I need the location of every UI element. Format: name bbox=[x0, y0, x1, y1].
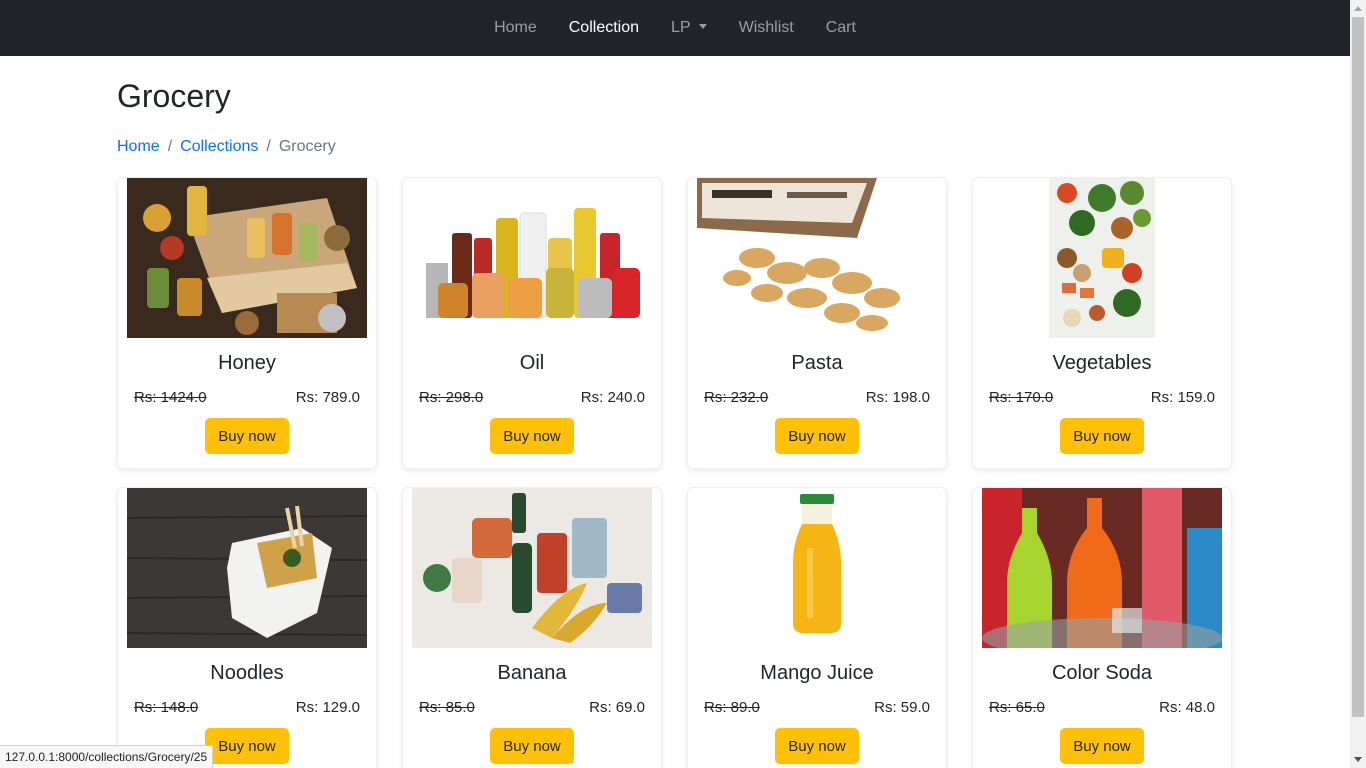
scrollbar-thumb[interactable] bbox=[1352, 17, 1364, 717]
breadcrumb-collections-link[interactable]: Collections bbox=[180, 138, 258, 156]
product-card-mango-juice[interactable]: Mango Juice Rs: 89.0 Rs: 59.0 Buy now bbox=[687, 487, 947, 768]
product-old-price: Rs: 148.0 bbox=[134, 699, 199, 716]
product-price: Rs: 240.0 bbox=[580, 389, 645, 406]
product-price: Rs: 69.0 bbox=[589, 699, 645, 716]
product-price: Rs: 789.0 bbox=[295, 389, 360, 406]
product-card-color-soda[interactable]: Color Soda Rs: 65.0 Rs: 48.0 Buy now bbox=[972, 487, 1232, 768]
product-name: Pasta bbox=[791, 352, 843, 374]
product-image[interactable] bbox=[697, 488, 937, 648]
buy-now-button[interactable]: Buy now bbox=[490, 418, 574, 454]
product-old-price: Rs: 232.0 bbox=[704, 389, 769, 406]
product-price: Rs: 129.0 bbox=[295, 699, 360, 716]
buy-now-button[interactable]: Buy now bbox=[205, 418, 289, 454]
vertical-scrollbar[interactable] bbox=[1350, 0, 1366, 768]
nav-cart-link[interactable]: Cart bbox=[810, 0, 872, 56]
product-image[interactable] bbox=[982, 178, 1222, 338]
breadcrumb-separator: / bbox=[167, 138, 173, 155]
product-old-price: Rs: 89.0 bbox=[704, 699, 760, 716]
product-name: Mango Juice bbox=[760, 662, 874, 684]
product-old-price: Rs: 1424.0 bbox=[134, 389, 207, 406]
buy-now-button[interactable]: Buy now bbox=[775, 728, 859, 764]
product-price: Rs: 198.0 bbox=[865, 389, 930, 406]
breadcrumb-home-link[interactable]: Home bbox=[117, 138, 160, 156]
product-old-price: Rs: 298.0 bbox=[419, 389, 484, 406]
product-image[interactable] bbox=[127, 178, 367, 338]
product-card-banana[interactable]: Banana Rs: 85.0 Rs: 69.0 Buy now bbox=[402, 487, 662, 768]
product-card-noodles[interactable]: Noodles Rs: 148.0 Rs: 129.0 Buy now bbox=[117, 487, 377, 768]
buy-now-button[interactable]: Buy now bbox=[490, 728, 574, 764]
nav-wishlist-link[interactable]: Wishlist bbox=[723, 0, 810, 56]
page-title: Grocery bbox=[117, 78, 231, 114]
product-price: Rs: 159.0 bbox=[1150, 389, 1215, 406]
product-name: Noodles bbox=[210, 662, 284, 684]
product-name: Oil bbox=[519, 352, 545, 374]
buy-now-button[interactable]: Buy now bbox=[1060, 418, 1144, 454]
product-image[interactable] bbox=[697, 178, 937, 338]
product-old-price: Rs: 170.0 bbox=[989, 389, 1054, 406]
browser-status-url: 127.0.0.1:8000/collections/Grocery/25 bbox=[0, 745, 214, 768]
product-image[interactable] bbox=[412, 488, 652, 648]
product-price: Rs: 48.0 bbox=[1159, 699, 1215, 716]
breadcrumb: Home / Collections / Grocery bbox=[117, 138, 336, 156]
product-card-oil[interactable]: Oil Rs: 298.0 Rs: 240.0 Buy now bbox=[402, 177, 662, 469]
product-name: Banana bbox=[497, 662, 567, 684]
product-name: Vegetables bbox=[1052, 352, 1152, 374]
product-card-pasta[interactable]: Pasta Rs: 232.0 Rs: 198.0 Buy now bbox=[687, 177, 947, 469]
nav-collection-link[interactable]: Collection bbox=[553, 0, 655, 56]
top-navbar: Home Collection LP Wishlist Cart bbox=[0, 0, 1350, 56]
product-price: Rs: 59.0 bbox=[874, 699, 930, 716]
product-image[interactable] bbox=[127, 488, 367, 648]
nav-lp-label: LP bbox=[671, 19, 691, 36]
product-image[interactable] bbox=[982, 488, 1222, 648]
nav-lp-dropdown[interactable]: LP bbox=[655, 0, 723, 56]
product-image[interactable] bbox=[412, 178, 652, 338]
nav-links: Home Collection LP Wishlist Cart bbox=[0, 0, 1350, 56]
buy-now-button[interactable]: Buy now bbox=[1060, 728, 1144, 764]
product-name: Honey bbox=[218, 352, 276, 374]
breadcrumb-separator: / bbox=[266, 138, 271, 155]
product-card-vegetables[interactable]: Vegetables Rs: 170.0 Rs: 159.0 Buy now bbox=[972, 177, 1232, 469]
buy-now-button[interactable]: Buy now bbox=[205, 728, 289, 764]
buy-now-button[interactable]: Buy now bbox=[775, 418, 859, 454]
product-name: Color Soda bbox=[1051, 662, 1153, 684]
product-old-price: Rs: 85.0 bbox=[419, 699, 475, 716]
scroll-down-arrow-icon[interactable] bbox=[1350, 751, 1366, 768]
scroll-up-arrow-icon[interactable] bbox=[1350, 0, 1366, 17]
caret-down-icon bbox=[698, 24, 707, 29]
breadcrumb-current: Grocery bbox=[278, 138, 336, 155]
nav-home-link[interactable]: Home bbox=[478, 0, 553, 56]
product-old-price: Rs: 65.0 bbox=[989, 699, 1045, 716]
product-card-honey[interactable]: Honey Rs: 1424.0 Rs: 789.0 Buy now bbox=[117, 177, 377, 469]
